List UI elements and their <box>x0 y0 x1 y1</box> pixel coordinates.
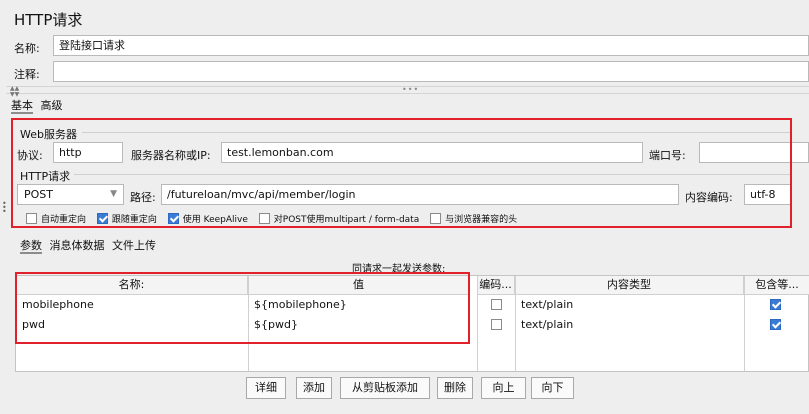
follow-redirect-checkbox[interactable] <box>96 213 108 224</box>
column-header-value[interactable]: 值 <box>248 276 470 295</box>
path-input[interactable]: /futureloan/mvc/api/member/login <box>161 184 679 205</box>
tab-parameters[interactable]: 参数 <box>20 239 42 254</box>
top-tabs: 基本 高级 <box>11 97 67 114</box>
option-follow-redirect[interactable]: 跟随重定向 <box>96 213 157 225</box>
port-label: 端口号: <box>649 149 686 162</box>
method-value: POST <box>24 188 53 201</box>
left-grip-icon[interactable]: • • • <box>2 200 7 216</box>
delete-button[interactable]: 删除 <box>437 377 473 399</box>
web-server-legend: Web服务器 <box>20 128 77 141</box>
encoding-input[interactable]: utf-8 <box>744 184 791 205</box>
keepalive-checkbox[interactable] <box>167 213 179 224</box>
option-multipart[interactable]: 对POST使用multipart / form-data <box>258 213 420 225</box>
cell-param-value[interactable]: ${pwd} <box>248 315 470 335</box>
cell-param-content-type[interactable]: text/plain <box>515 295 744 315</box>
add-button[interactable]: 添加 <box>296 377 332 399</box>
method-select[interactable]: POST ▼ <box>17 184 124 205</box>
params-caption: 同请求一起发送参数: <box>352 264 446 275</box>
chevron-down-icon[interactable]: ▼ <box>110 185 117 204</box>
include-equals-checkbox[interactable] <box>770 319 781 330</box>
path-label: 路径: <box>130 191 156 204</box>
tab-file-upload[interactable]: 文件上传 <box>112 239 156 252</box>
cell-param-encode[interactable] <box>485 295 513 315</box>
cell-param-name[interactable]: mobilephone <box>16 295 248 315</box>
http-request-group-line <box>74 174 792 175</box>
sub-tabs: 参数 消息体数据 文件上传 <box>20 237 160 254</box>
column-header-encode[interactable]: 编码... <box>477 276 515 295</box>
request-options: 自动重定向 跟随重定向 使用 KeepAlive 对POST使用multipar… <box>26 212 525 225</box>
port-input[interactable] <box>699 142 809 163</box>
panel-title: HTTP请求 <box>14 11 83 29</box>
cell-param-include-equals[interactable] <box>764 295 804 315</box>
cell-param-include-equals[interactable] <box>764 315 804 335</box>
comment-label: 注释: <box>14 68 40 81</box>
multipart-label: 对POST使用multipart / form-data <box>273 215 420 225</box>
column-divider <box>477 276 478 371</box>
details-button[interactable]: 详细 <box>246 377 286 399</box>
name-label: 名称: <box>14 42 40 55</box>
server-label: 服务器名称或IP: <box>131 149 211 162</box>
multipart-checkbox[interactable] <box>258 213 270 224</box>
cell-param-content-type[interactable]: text/plain <box>515 315 744 335</box>
encoding-label: 内容编码: <box>685 191 733 204</box>
tab-body-data[interactable]: 消息体数据 <box>50 239 105 252</box>
encode-checkbox[interactable] <box>491 319 502 330</box>
option-browser-headers[interactable]: 与浏览器兼容的头 <box>430 213 518 225</box>
web-server-group-line <box>82 132 792 133</box>
column-header-include-equals[interactable]: 包含等... <box>744 276 809 295</box>
column-divider <box>744 276 745 371</box>
move-up-button[interactable]: 向上 <box>481 377 526 399</box>
browser-headers-checkbox[interactable] <box>430 213 442 224</box>
option-keepalive[interactable]: 使用 KeepAlive <box>167 213 248 225</box>
auto-redirect-label: 自动重定向 <box>41 215 87 225</box>
tab-advanced[interactable]: 高级 <box>41 99 63 112</box>
tab-basic[interactable]: 基本 <box>11 99 33 114</box>
cell-param-name[interactable]: pwd <box>16 315 248 335</box>
protocol-label: 协议: <box>17 149 43 162</box>
include-equals-checkbox[interactable] <box>770 299 781 310</box>
cell-param-value[interactable]: ${mobilephone} <box>248 295 470 315</box>
option-auto-redirect[interactable]: 自动重定向 <box>26 213 87 225</box>
column-header-name[interactable]: 名称: <box>16 276 248 295</box>
follow-redirect-label: 跟随重定向 <box>111 215 157 225</box>
params-table[interactable]: 名称: 值 编码... 内容类型 包含等... mobilephone ${mo… <box>15 275 809 372</box>
browser-headers-label: 与浏览器兼容的头 <box>445 215 518 225</box>
auto-redirect-checkbox[interactable] <box>26 213 37 224</box>
http-request-legend: HTTP请求 <box>20 170 71 183</box>
protocol-input[interactable]: http <box>53 142 123 163</box>
cell-param-encode[interactable] <box>485 315 513 335</box>
move-down-button[interactable]: 向下 <box>531 377 574 399</box>
encode-checkbox[interactable] <box>491 299 502 310</box>
comment-input[interactable] <box>53 61 809 82</box>
name-input[interactable]: 登陆接口请求 <box>53 35 809 56</box>
keepalive-label: 使用 KeepAlive <box>182 215 248 225</box>
column-header-content-type[interactable]: 内容类型 <box>515 276 744 295</box>
add-from-clipboard-button[interactable]: 从剪贴板添加 <box>340 377 430 399</box>
server-input[interactable]: test.lemonban.com <box>221 142 643 163</box>
divider-grip[interactable]: ••• <box>402 85 419 94</box>
